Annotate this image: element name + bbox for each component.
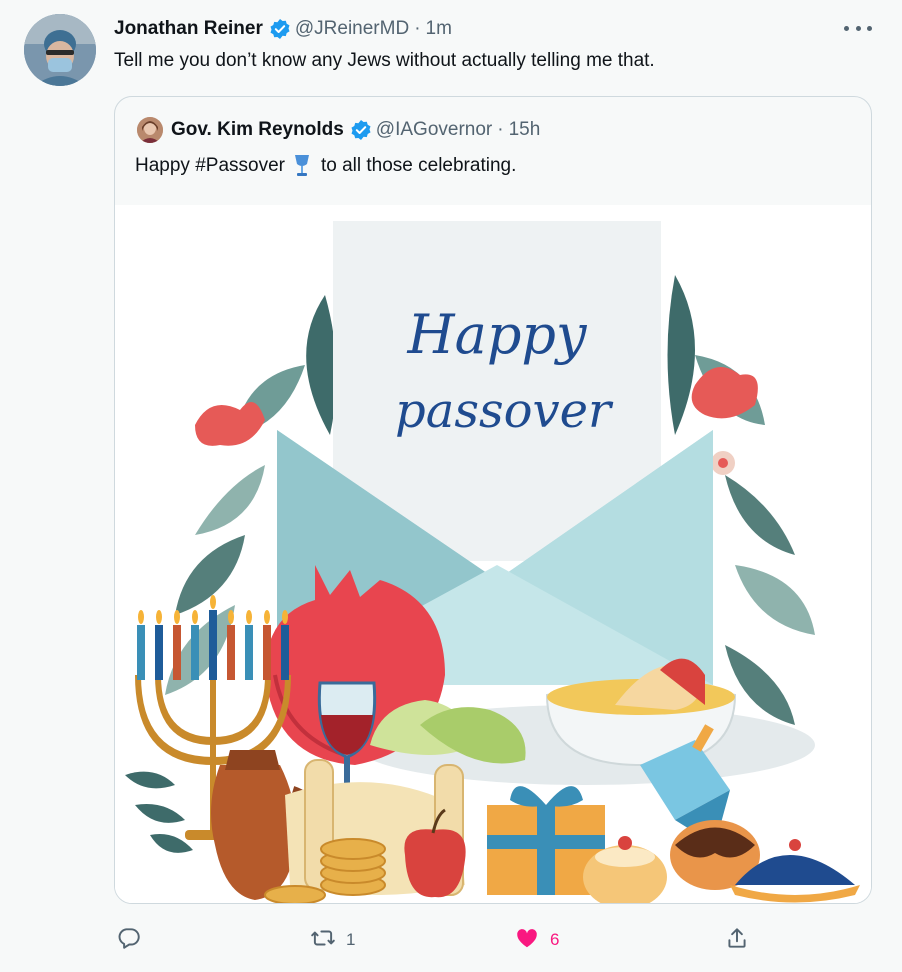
quoted-timestamp[interactable]: 15h	[509, 119, 541, 141]
illustration-title-happy: Happy	[407, 303, 588, 366]
verified-badge-icon	[350, 119, 372, 141]
quoted-header: Gov. Kim Reynolds @IAGovernor · 15h	[137, 117, 540, 143]
heart-icon	[514, 925, 540, 956]
like-count: 6	[550, 930, 560, 949]
illustration-title-passover: passover	[395, 383, 614, 439]
share-icon	[724, 925, 750, 956]
separator-dot: ·	[497, 119, 504, 140]
more-icon[interactable]	[844, 18, 872, 38]
retweet-count: 1	[346, 930, 356, 949]
verified-badge-icon	[269, 18, 291, 40]
tweet-text: Tell me you don’t know any Jews without …	[114, 50, 655, 71]
quoted-avatar	[137, 117, 163, 143]
reply-button[interactable]	[116, 920, 152, 960]
kiddush-cup-icon	[293, 154, 311, 178]
quoted-text-end: to all those celebrating.	[320, 155, 517, 176]
passover-illustration[interactable]: Happy passover	[115, 205, 871, 903]
share-button[interactable]	[724, 920, 760, 960]
separator-dot: ·	[414, 18, 421, 39]
quoted-text: Happy #Passover to all those celebrating…	[135, 153, 516, 179]
tweet[interactable]: Jonathan Reiner @JReinerMD · 1m Tell me …	[0, 0, 902, 972]
quoted-author-handle[interactable]: @IAGovernor	[376, 119, 492, 141]
reply-icon	[116, 925, 142, 956]
quoted-text-start: Happy #Passover	[135, 155, 285, 176]
timestamp[interactable]: 1m	[426, 18, 452, 40]
retweet-icon	[310, 925, 336, 956]
author-handle[interactable]: @JReinerMD	[295, 18, 409, 40]
author-name[interactable]: Jonathan Reiner	[114, 18, 263, 40]
avatar[interactable]	[24, 14, 96, 86]
like-button[interactable]: 6	[514, 920, 559, 960]
action-bar: 1 6	[0, 920, 902, 960]
tweet-header: Jonathan Reiner @JReinerMD · 1m	[114, 16, 452, 42]
quoted-tweet[interactable]: Gov. Kim Reynolds @IAGovernor · 15h Happ…	[114, 96, 872, 904]
quoted-author-name[interactable]: Gov. Kim Reynolds	[171, 119, 344, 141]
retweet-button[interactable]: 1	[310, 920, 355, 960]
